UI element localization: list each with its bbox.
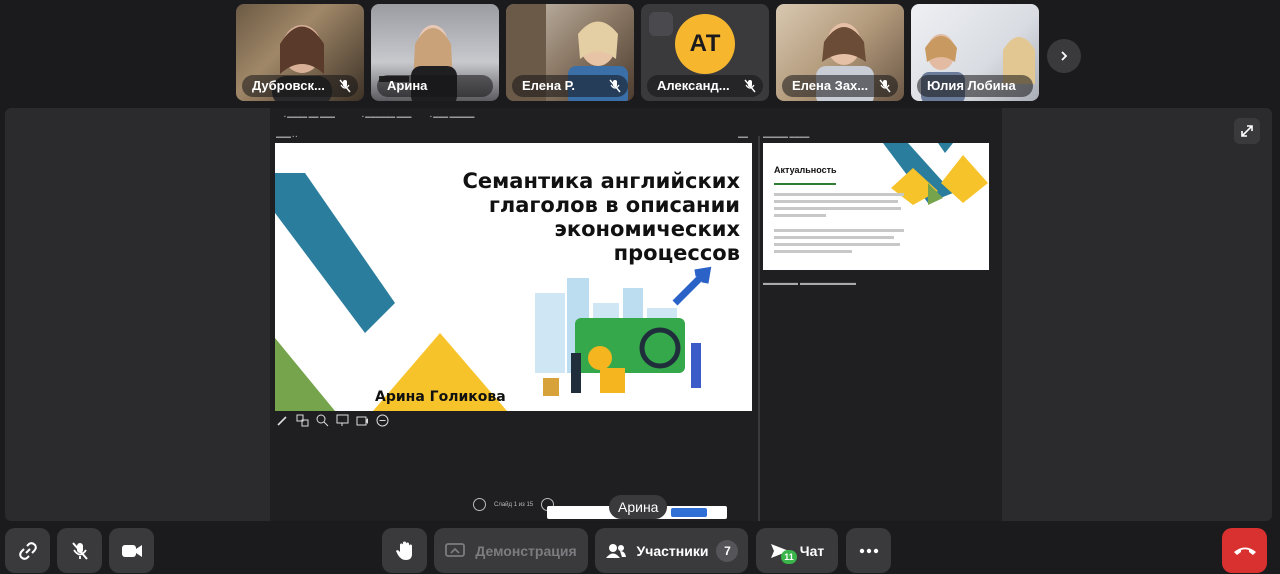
stop-sharing-button[interactable] — [671, 508, 707, 517]
slide-counter: Слайд 1 из 15 — [494, 501, 534, 508]
participant-tile[interactable]: АТ Александ... — [641, 4, 769, 101]
participant-tile[interactable]: Елена Р. — [506, 4, 634, 101]
microphone-button[interactable] — [57, 528, 102, 573]
participants-count: 7 — [716, 539, 739, 562]
signal-icon — [649, 12, 673, 36]
camera-icon — [121, 544, 142, 557]
chat-unread-badge: 11 — [781, 550, 797, 564]
slide-author: Арина Голикова — [375, 389, 506, 405]
screen-share-button[interactable]: Демонстрация — [434, 528, 588, 573]
raise-hand-button[interactable] — [382, 528, 427, 573]
participants-label: Участники — [636, 542, 709, 559]
next-slide-label: ▬▬▬▬▬ ▬▬▬▬ — [763, 134, 810, 140]
chat-label: Чат — [799, 542, 825, 559]
camera-button[interactable] — [109, 528, 154, 573]
fullscreen-icon — [1241, 125, 1253, 137]
next-slide-body — [774, 193, 904, 257]
slide-index-label: ▬▬ — [738, 134, 748, 140]
annotation-tools — [276, 414, 389, 427]
mic-off-icon — [879, 79, 891, 93]
mic-off-icon — [744, 79, 756, 93]
participant-strip: Дубровск... Арина Елена Р. АТ Александ..… — [236, 4, 1039, 101]
camera-switch-icon[interactable] — [356, 414, 369, 427]
more-options-icon[interactable] — [376, 414, 389, 427]
more-button[interactable] — [846, 528, 891, 573]
screen-share-icon — [445, 542, 466, 557]
next-slide-rule — [774, 183, 836, 185]
shared-screen: ▪ ▬▬▬▬ ▬▬ ▬▬▬ ▪ ▬▬▬▬▬▬ ▬▬▬ ▪ ▬▬▬ ▬▬▬▬▬ ▬… — [270, 108, 1002, 521]
timer-label: ▬▬▬ ▪ ▪ — [276, 134, 298, 140]
screen-topbar: ▪ ▬▬▬▬ ▬▬ ▬▬▬ ▪ ▬▬▬▬▬▬ ▬▬▬ ▪ ▬▬▬ ▬▬▬▬▬ — [284, 114, 475, 120]
participant-name: Юлия Лобина — [917, 75, 1033, 97]
participants-button[interactable]: Участники 7 — [595, 528, 748, 573]
hangup-icon — [1233, 547, 1256, 555]
participant-tile[interactable]: Дубровск... — [236, 4, 364, 101]
next-slide-title: Актуальность — [774, 165, 837, 175]
panel-divider — [758, 136, 760, 521]
slide-navigation: Слайд 1 из 15 — [473, 498, 555, 511]
prev-slide-button[interactable] — [473, 498, 486, 511]
participant-name: Арина — [377, 75, 493, 97]
screen-share-label: Демонстрация — [475, 542, 577, 559]
current-slide: Семантика английских глаголов в описании… — [275, 143, 752, 411]
fullscreen-button[interactable] — [1234, 118, 1260, 144]
avatar: АТ — [675, 14, 735, 74]
next-slide-preview: Актуальность — [763, 143, 989, 270]
chat-button[interactable]: Чат — [756, 528, 838, 573]
leave-call-button[interactable] — [1222, 528, 1267, 573]
participant-tile[interactable]: Юлия Лобина — [911, 4, 1039, 101]
zoom-icon[interactable] — [316, 414, 329, 427]
mic-off-icon — [609, 79, 621, 93]
active-speaker-label: Арина — [609, 495, 668, 519]
pen-icon[interactable] — [276, 414, 289, 427]
speaker-notes-label: ▬▬▬▬▬ ▬▬▬▬▬▬▬▬ — [763, 280, 856, 287]
mic-off-icon — [71, 541, 88, 560]
participants-icon — [605, 543, 626, 558]
hand-icon — [395, 541, 412, 560]
chevron-right-icon — [1061, 51, 1068, 61]
pointer-icon[interactable] — [336, 414, 349, 427]
mic-off-icon — [339, 79, 351, 93]
main-stage: ▪ ▬▬▬▬ ▬▬ ▬▬▬ ▪ ▬▬▬▬▬▬ ▬▬▬ ▪ ▬▬▬ ▬▬▬▬▬ ▬… — [5, 108, 1272, 521]
copy-link-button[interactable] — [5, 528, 50, 573]
slides-grid-icon[interactable] — [296, 414, 309, 427]
slide-title: Семантика английских глаголов в описании… — [462, 169, 740, 265]
participant-tile[interactable]: Арина — [371, 4, 499, 101]
participant-tile[interactable]: Елена Зах... — [776, 4, 904, 101]
more-icon — [859, 548, 878, 553]
link-icon — [18, 541, 37, 560]
next-participants-button[interactable] — [1047, 39, 1081, 73]
